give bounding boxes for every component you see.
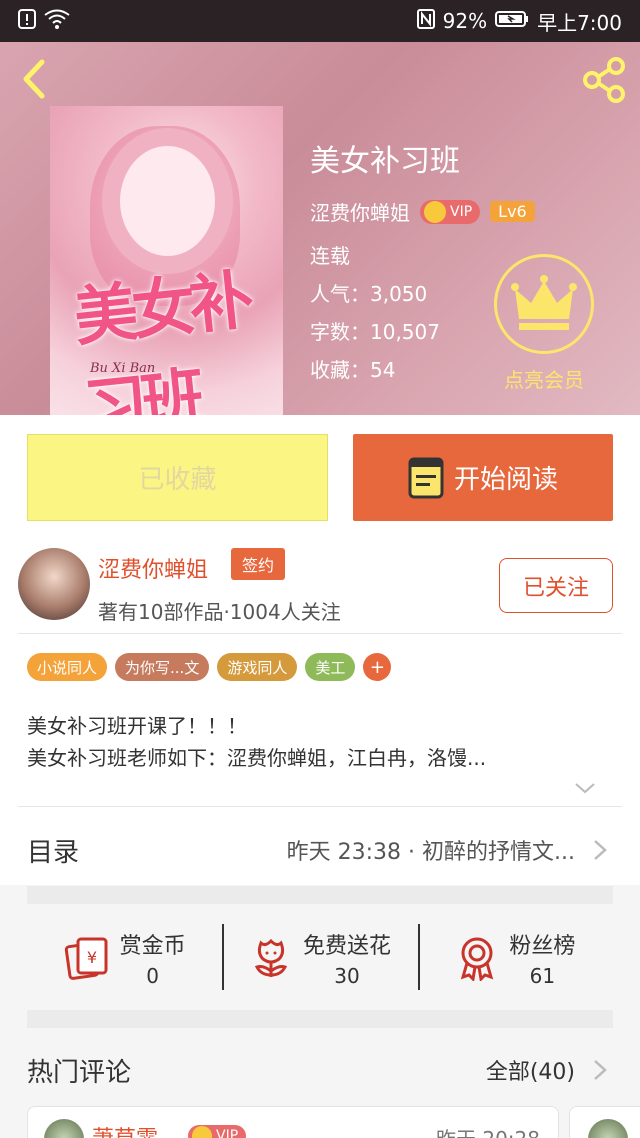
alert-icon <box>18 8 36 34</box>
member-button[interactable] <box>494 254 594 354</box>
book-description[interactable]: 美女补习班开课了！！！ 美女补习班老师如下：涩费你蝉姐，江白冉，洛馒... <box>27 710 607 774</box>
vip-label: VIP <box>450 203 473 220</box>
flower-label: 免费送花 <box>302 934 391 959</box>
latest-chapter: 昨天 23:38 · 初醉的抒情文... <box>286 840 575 865</box>
battery-icon <box>495 9 529 33</box>
status-bar: 92% 早上7:00 <box>0 0 640 42</box>
reward-value: 0 <box>146 964 160 988</box>
cover-subtitle: Bu Xi Ban <box>90 361 156 376</box>
clock: 早上7:00 <box>537 10 622 35</box>
author-name[interactable]: 涩费你蝉姐 <box>98 552 208 584</box>
fans-value: 61 <box>529 964 556 988</box>
divider <box>18 633 622 634</box>
book-words: 字数：10,507 <box>310 320 440 344</box>
crown-icon <box>511 275 577 330</box>
book-header: 美女补习班 Bu Xi Ban 美女补习班 涩费你蝉姐 VIP Lv6 连载 人… <box>0 42 640 415</box>
medal-icon <box>461 937 494 981</box>
red-envelope-icon: ¥ <box>64 937 108 980</box>
crown-icon <box>424 200 446 223</box>
flower-icon <box>254 938 288 977</box>
author-avatar[interactable] <box>18 548 90 620</box>
book-icon <box>408 457 444 498</box>
free-flower[interactable]: 免费送花 30 <box>222 918 417 998</box>
vip-label: VIP <box>216 1128 239 1138</box>
add-tag-button[interactable]: + <box>363 653 392 681</box>
book-author[interactable]: 涩费你蝉姐 <box>310 197 410 226</box>
flower-value: 30 <box>334 964 360 988</box>
toc-title: 目录 <box>27 837 80 868</box>
back-button[interactable] <box>14 56 54 102</box>
tag-list: 小说同人 为你写...文 游戏同人 美工 + <box>27 653 392 681</box>
book-title: 美女补习班 <box>310 144 460 179</box>
book-status: 连载 <box>310 244 350 268</box>
crown-icon <box>192 1126 212 1138</box>
share-button[interactable] <box>580 56 628 104</box>
description-line: 美女补习班开课了！！！ <box>27 714 247 738</box>
hot-comments-title: 热门评论 <box>27 1057 132 1088</box>
support-stats: ¥ 赏金币 0 免费送花 30 粉丝榜 61 <box>27 918 613 998</box>
start-reading-label: 开始阅读 <box>453 465 558 495</box>
collected-button[interactable]: 已收藏 <box>27 434 328 521</box>
commenter-name[interactable]: 萧草霏 <box>92 1121 158 1138</box>
author-row: 涩费你蝉姐 签约 著有10部作品·1004人关注 已关注 <box>18 548 622 628</box>
comment-card[interactable]: 萧草霏 VIP 昨天 20:28 <box>27 1106 559 1138</box>
description-line: 美女补习班老师如下：涩费你蝉姐，江白冉，洛馒... <box>27 746 487 770</box>
table-of-contents-row[interactable]: 目录 昨天 23:38 · 初醉的抒情文... <box>27 820 607 880</box>
wifi-icon <box>44 9 70 34</box>
section-divider <box>27 886 613 904</box>
author-stats: 著有10部作品·1004人关注 <box>98 600 341 624</box>
vip-badge: VIP <box>420 199 481 224</box>
expand-chevron-icon[interactable] <box>574 780 596 796</box>
start-reading-button[interactable]: 开始阅读 <box>353 434 613 521</box>
reward-label: 赏金币 <box>119 934 186 959</box>
commenter-vip-badge: VIP <box>188 1125 247 1138</box>
reward-coins[interactable]: ¥ 赏金币 0 <box>27 918 222 998</box>
svg-text:¥: ¥ <box>87 948 97 967</box>
battery-percent: 92% <box>442 9 488 33</box>
hot-comments-header: 热门评论 全部(40) <box>27 1045 607 1095</box>
commenter-avatar[interactable] <box>44 1119 84 1138</box>
chevron-right-icon[interactable] <box>593 1059 607 1081</box>
signed-badge: 签约 <box>231 548 285 580</box>
tag-item[interactable]: 美工 <box>305 653 356 681</box>
book-favorites: 收藏：54 <box>310 358 396 382</box>
back-icon <box>23 59 45 99</box>
chevron-right-icon <box>594 840 607 860</box>
tag-item[interactable]: 为你写...文 <box>115 653 210 681</box>
comment-time: 昨天 20:28 <box>436 1123 540 1138</box>
level-badge: Lv6 <box>490 201 535 222</box>
book-popularity: 人气：3,050 <box>310 282 428 306</box>
nfc-icon <box>416 8 435 34</box>
cover-character <box>120 146 215 256</box>
cover-title: 美女补习班 <box>70 262 252 415</box>
divider <box>18 806 622 807</box>
book-cover[interactable]: 美女补习班 Bu Xi Ban <box>50 106 283 415</box>
tag-item[interactable]: 游戏同人 <box>217 653 298 681</box>
share-icon <box>583 57 625 103</box>
tag-item[interactable]: 小说同人 <box>27 653 108 681</box>
book-info: 连载 人气：3,050 字数：10,507 收藏：54 <box>310 237 440 389</box>
fans-label: 粉丝榜 <box>509 934 576 959</box>
all-comments-link[interactable]: 全部(40) <box>486 1054 575 1086</box>
commenter-avatar[interactable] <box>588 1119 628 1138</box>
comment-card[interactable] <box>569 1106 640 1138</box>
section-divider <box>27 1010 613 1028</box>
book-author-line: 涩费你蝉姐 VIP Lv6 <box>310 197 535 226</box>
member-label: 点亮会员 <box>504 368 584 392</box>
fan-ranking[interactable]: 粉丝榜 61 <box>417 918 613 998</box>
follow-button[interactable]: 已关注 <box>499 558 613 613</box>
